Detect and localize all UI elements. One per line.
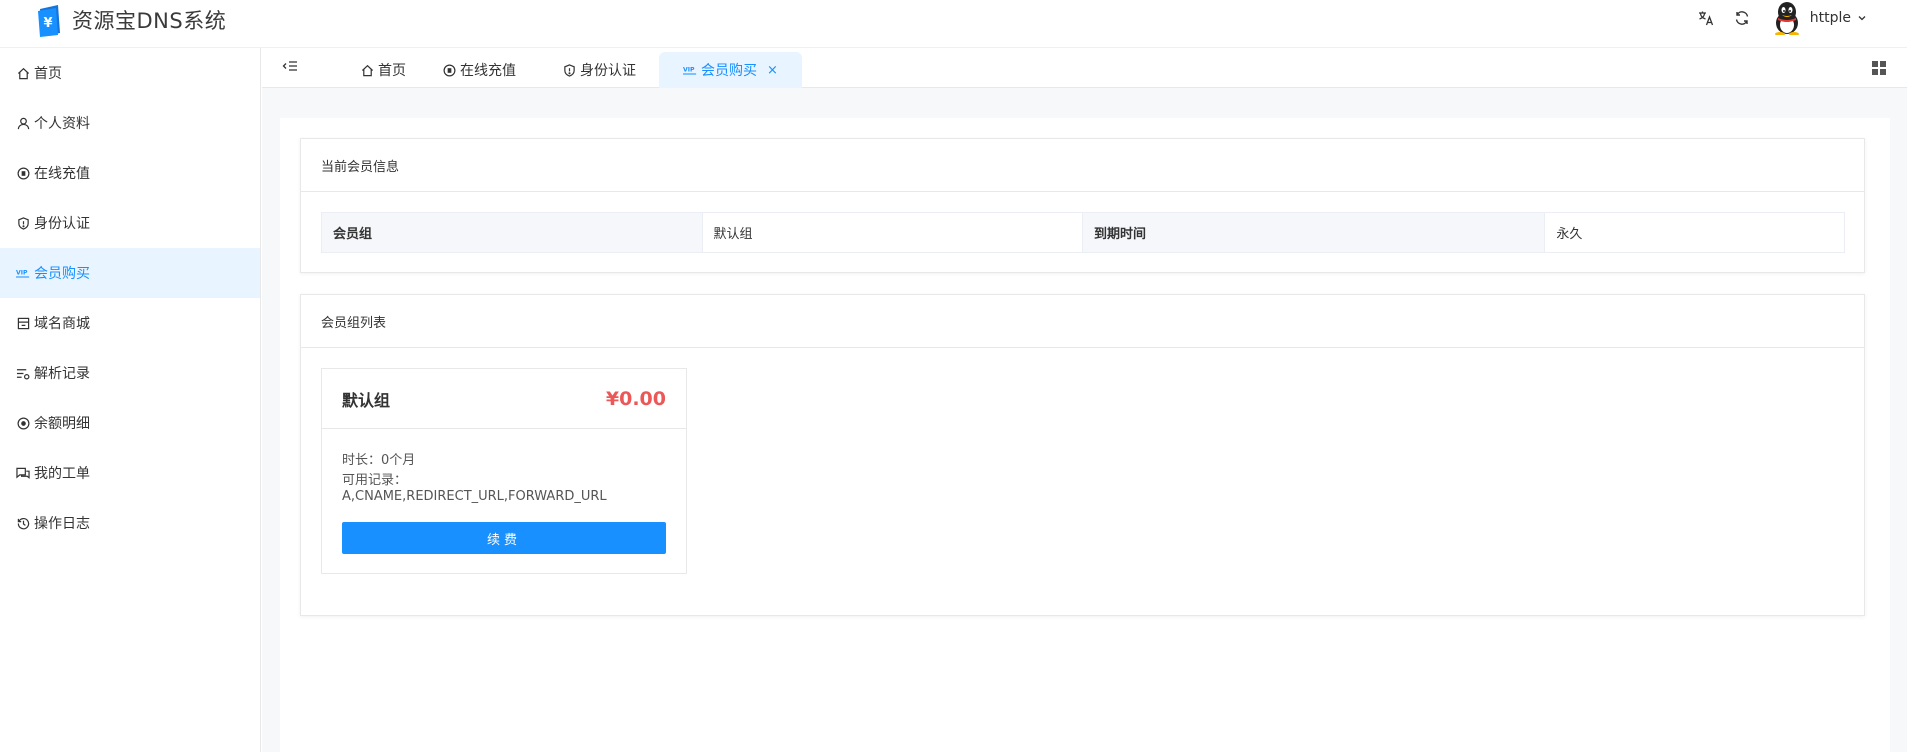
plan-details: 时长：0个月 可用记录： A,CNAME,REDIRECT_URL,FORWAR… — [322, 429, 686, 505]
member-info-table: 会员组 默认组 到期时间 永久 — [321, 212, 1845, 253]
sidebar-item-label: 解析记录 — [34, 366, 90, 382]
username[interactable]: httple — [1810, 10, 1851, 26]
sidebar-item-label: 域名商城 — [34, 316, 90, 332]
ticket-icon — [16, 466, 30, 480]
shop-icon — [16, 316, 30, 330]
sidebar-item[interactable]: 余额明细 — [0, 398, 260, 448]
sidebar-item[interactable]: 操作日志 — [0, 498, 260, 548]
balance-icon — [16, 416, 30, 430]
coin-icon — [442, 63, 456, 77]
renew-button[interactable]: 续费 — [342, 522, 666, 554]
history-icon — [16, 516, 30, 530]
sidebar-item[interactable]: 域名商城 — [0, 298, 260, 348]
sidebar-item-label: 身份认证 — [34, 216, 90, 232]
sidebar-item[interactable]: 解析记录 — [0, 348, 260, 398]
group-value: 默认组 — [702, 213, 1083, 252]
tab-bar: 首页 在线充值 身份认证 VIP 会员购买 × — [262, 48, 1907, 88]
record-list-icon — [16, 366, 30, 380]
sidebar-item-label: 在线充值 — [34, 166, 90, 182]
plan-name: 默认组 — [342, 390, 391, 410]
app-logo[interactable]: ¥ 资源宝DNS系统 — [36, 2, 226, 38]
top-header: ¥ 资源宝DNS系统 httple — [0, 0, 1907, 48]
refresh-icon[interactable] — [1732, 8, 1752, 28]
sidebar-item-label: 余额明细 — [34, 416, 90, 432]
plan-records-value: A,CNAME,REDIRECT_URL,FORWARD_URL — [342, 489, 607, 504]
close-icon[interactable]: × — [767, 63, 778, 78]
sidebar-item-label: 操作日志 — [34, 516, 90, 532]
tab-label: 会员购买 — [701, 63, 757, 79]
coin-icon — [16, 166, 30, 180]
group-list-title: 会员组列表 — [301, 295, 1864, 348]
tab[interactable]: VIP 会员购买 × — [659, 52, 802, 88]
sidebar-item[interactable]: 首页 — [0, 48, 260, 98]
plan-price: ¥0.00 — [605, 387, 666, 410]
home-icon — [360, 63, 374, 77]
tab-label: 身份认证 — [580, 63, 636, 79]
app-title: 资源宝DNS系统 — [72, 9, 227, 33]
sidebar-item-label: 个人资料 — [34, 116, 90, 132]
translate-icon[interactable] — [1696, 8, 1716, 28]
user-icon — [16, 116, 30, 130]
tab[interactable]: 身份认证 — [554, 52, 644, 88]
home-icon — [16, 66, 30, 80]
logo-symbol: ¥ — [43, 16, 52, 31]
sidebar-item[interactable]: 我的工单 — [0, 448, 260, 498]
sidebar-item[interactable]: 在线充值 — [0, 148, 260, 198]
sidebar-item[interactable]: VIP 会员购买 — [0, 248, 260, 298]
logo-icon: ¥ — [36, 3, 64, 37]
chevron-down-icon[interactable] — [1857, 13, 1867, 23]
expire-value: 永久 — [1545, 213, 1844, 252]
tab-label: 首页 — [378, 63, 406, 79]
sidebar-item-label: 会员购买 — [34, 266, 90, 282]
sidebar-item-label: 我的工单 — [34, 466, 90, 482]
expire-label: 到期时间 — [1083, 213, 1546, 252]
shield-icon — [562, 63, 576, 77]
tab[interactable]: 首页 — [352, 52, 414, 88]
main-content: 当前会员信息 会员组 默认组 到期时间 永久 会员组列表 默认组 ¥0.00 时… — [262, 88, 1907, 752]
svg-text:VIP: VIP — [16, 269, 28, 276]
tab[interactable]: 在线充值 — [434, 52, 524, 88]
sidebar-item[interactable]: 身份认证 — [0, 198, 260, 248]
grid-menu-icon[interactable] — [1871, 60, 1887, 76]
member-info-card: 当前会员信息 会员组 默认组 到期时间 永久 — [300, 138, 1865, 273]
content-panel: 当前会员信息 会员组 默认组 到期时间 永久 会员组列表 默认组 ¥0.00 时… — [280, 118, 1890, 752]
sidebar-item-label: 首页 — [34, 66, 62, 82]
plan-records-label: 可用记录： — [342, 473, 408, 488]
svg-text:VIP: VIP — [683, 66, 695, 73]
plan-header: 默认组 ¥0.00 — [322, 369, 686, 429]
plan-card: 默认组 ¥0.00 时长：0个月 可用记录： A,CNAME,REDIRECT_… — [321, 368, 687, 574]
group-list-card: 会员组列表 默认组 ¥0.00 时长：0个月 可用记录： A,CNAME,RED… — [300, 294, 1865, 616]
sidebar-item[interactable]: 个人资料 — [0, 98, 260, 148]
vip-icon: VIP — [16, 266, 30, 280]
header-actions: httple — [1680, 0, 1867, 36]
member-info-title: 当前会员信息 — [301, 139, 1864, 192]
vip-icon: VIP — [683, 63, 697, 77]
sidebar: 首页个人资料在线充值身份认证 VIP 会员购买域名商城解析记录余额明细我的工单操作日… — [0, 48, 261, 752]
group-label: 会员组 — [322, 213, 703, 252]
avatar[interactable] — [1772, 1, 1802, 36]
shield-icon — [16, 216, 30, 230]
collapse-menu-icon[interactable] — [282, 58, 300, 76]
tab-label: 在线充值 — [460, 63, 516, 79]
plan-duration: 时长：0个月 — [342, 453, 416, 468]
